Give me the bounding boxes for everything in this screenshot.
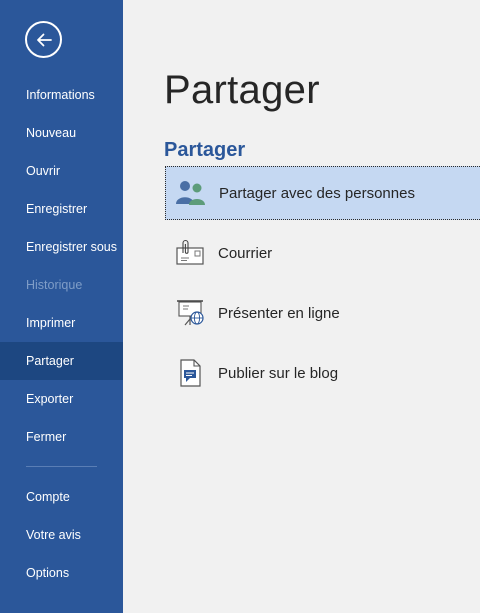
present-online-option[interactable]: Présenter en ligne bbox=[165, 286, 480, 340]
publish-blog-option[interactable]: Publier sur le blog bbox=[165, 346, 480, 400]
option-label: Courrier bbox=[218, 244, 273, 262]
nav-label: Informations bbox=[26, 88, 95, 102]
nav-historique: Historique bbox=[0, 266, 123, 304]
mail-option[interactable]: Courrier bbox=[165, 226, 480, 280]
blog-post-icon bbox=[170, 353, 210, 393]
share-panel: Partager Partager Partager avec des pers… bbox=[123, 0, 480, 613]
option-label: Publier sur le blog bbox=[218, 364, 339, 382]
nav-label: Partager bbox=[26, 354, 74, 368]
nav-label: Ouvrir bbox=[26, 164, 61, 178]
option-label: Présenter en ligne bbox=[218, 304, 340, 322]
nav-label: Exporter bbox=[26, 392, 74, 406]
section-title: Partager bbox=[164, 139, 246, 161]
nav-partager[interactable]: Partager bbox=[0, 342, 123, 380]
nav-exporter[interactable]: Exporter bbox=[0, 380, 123, 418]
nav-fermer[interactable]: Fermer bbox=[0, 418, 123, 456]
nav-label: Options bbox=[26, 566, 70, 580]
share-with-people-option[interactable]: Partager avec des personnes bbox=[165, 166, 480, 220]
nav-compte[interactable]: Compte bbox=[0, 478, 123, 516]
nav-options[interactable]: Options bbox=[0, 554, 123, 592]
nav-label: Nouveau bbox=[26, 126, 77, 140]
nav-label: Enregistrer sous bbox=[26, 240, 118, 254]
backstage-sidebar: Informations Nouveau Ouvrir Enregistrer … bbox=[0, 0, 123, 613]
nav-enregistrer[interactable]: Enregistrer bbox=[0, 190, 123, 228]
present-online-icon bbox=[170, 293, 210, 333]
nav-nouveau[interactable]: Nouveau bbox=[0, 114, 123, 152]
nav-label: Imprimer bbox=[26, 316, 76, 330]
sidebar-divider bbox=[26, 466, 97, 467]
nav-label: Compte bbox=[26, 490, 70, 504]
nav-enregistrer-sous[interactable]: Enregistrer sous bbox=[0, 228, 123, 266]
option-label: Partager avec des personnes bbox=[219, 184, 415, 202]
nav-label: Fermer bbox=[26, 430, 67, 444]
back-button[interactable] bbox=[25, 21, 62, 58]
nav-votre-avis[interactable]: Votre avis bbox=[0, 516, 123, 554]
mail-attachment-icon bbox=[170, 233, 210, 273]
people-icon bbox=[171, 173, 211, 213]
nav-informations[interactable]: Informations bbox=[0, 76, 123, 114]
back-arrow-icon bbox=[36, 33, 52, 46]
nav-label: Enregistrer bbox=[26, 202, 88, 216]
nav-ouvrir[interactable]: Ouvrir bbox=[0, 152, 123, 190]
page-title: Partager bbox=[164, 68, 320, 112]
nav-label: Historique bbox=[26, 278, 83, 292]
nav-imprimer[interactable]: Imprimer bbox=[0, 304, 123, 342]
nav-label: Votre avis bbox=[26, 528, 81, 542]
